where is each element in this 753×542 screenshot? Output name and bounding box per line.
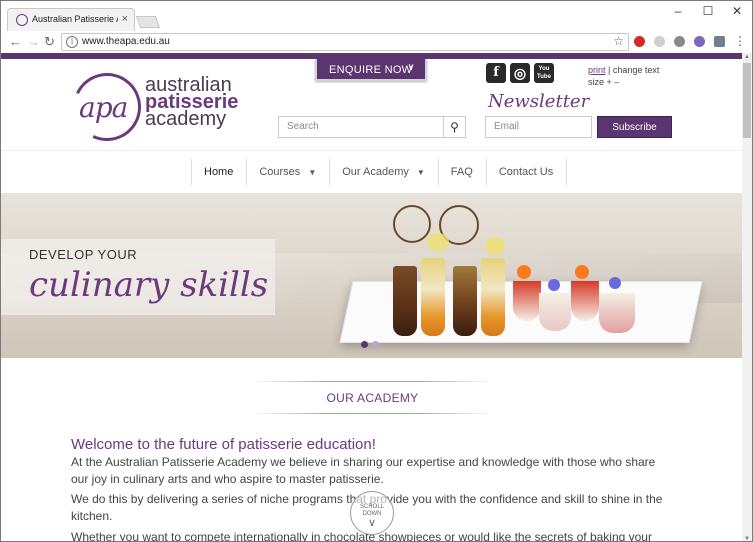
- youtube-icon[interactable]: You Tube: [534, 63, 554, 83]
- logo-mark: apa: [79, 91, 128, 124]
- dessert-cup-image: [539, 293, 571, 331]
- hero-caption: DEVELOP YOUR culinary skills: [1, 239, 275, 315]
- divider: [1, 150, 742, 151]
- nav-item-label: FAQ: [450, 166, 473, 178]
- chevron-down-icon: ∨: [407, 62, 415, 73]
- site-favicon-icon: [16, 14, 28, 26]
- nav-item-home[interactable]: Home: [191, 159, 246, 185]
- extension-icon[interactable]: [654, 36, 665, 47]
- sugar-decoration-image: [485, 237, 505, 255]
- intro-paragraph: At the Australian Patisserie Academy we …: [71, 455, 656, 486]
- slider-dot-active[interactable]: [361, 341, 368, 348]
- newsletter-title: Newsletter: [488, 91, 590, 112]
- caret-down-icon: ▼: [416, 168, 425, 177]
- dessert-cup-image: [571, 281, 599, 321]
- hero-caption-line2: culinary skills: [29, 265, 269, 305]
- nav-item-courses[interactable]: Courses ▼: [246, 159, 329, 185]
- browser-window: Australian Patisserie Aca × – ☐ ✕ ← → ↻ …: [0, 0, 753, 542]
- search-box[interactable]: Search ⚲: [278, 116, 466, 138]
- section-title: OUR ACADEMY: [326, 391, 419, 405]
- nav-item-contact-us[interactable]: Contact Us: [485, 159, 568, 185]
- print-link[interactable]: print: [588, 65, 606, 75]
- caret-down-icon: ▼: [308, 168, 317, 177]
- window-close-icon[interactable]: ✕: [722, 4, 752, 18]
- text-tools: print | change text size + –: [588, 64, 668, 88]
- nav-item-label: Contact Us: [498, 166, 554, 178]
- tab-close-icon[interactable]: ×: [122, 13, 128, 25]
- welcome-heading: Welcome to the future of patisserie educ…: [71, 436, 376, 453]
- dessert-glass-image: [421, 258, 445, 336]
- dessert-glass-image: [393, 266, 417, 336]
- new-tab-button[interactable]: [135, 16, 161, 28]
- dessert-glass-image: [453, 266, 477, 336]
- search-icon[interactable]: ⚲: [443, 117, 465, 137]
- subscribe-button[interactable]: Subscribe: [597, 116, 672, 138]
- dessert-cup-image: [599, 293, 635, 333]
- scroll-label: SCROLL: [359, 504, 384, 510]
- main-nav: Home Courses ▼ Our Academy ▼ FAQ Contact U…: [191, 159, 568, 185]
- divider: [250, 413, 495, 414]
- scroll-up-icon[interactable]: ▲: [744, 54, 750, 60]
- maximize-icon[interactable]: ☐: [693, 4, 723, 18]
- page-scrollbar[interactable]: ▲ ▼: [742, 53, 752, 541]
- url-text[interactable]: www.theapa.edu.au: [82, 36, 170, 47]
- nav-item-label: Courses: [259, 166, 301, 178]
- enquire-label: ENQUIRE NOW: [329, 64, 413, 76]
- nav-item-faq[interactable]: FAQ: [437, 159, 486, 185]
- bookmark-star-icon[interactable]: ☆: [613, 34, 624, 48]
- flower-garnish-image: [548, 279, 560, 291]
- scroll-down-button[interactable]: SCROLL DOWN ∨: [350, 491, 394, 535]
- slider-dot[interactable]: [372, 341, 379, 348]
- hero-slider[interactable]: DEVELOP YOUR culinary skills: [1, 193, 742, 358]
- instagram-icon[interactable]: ◎: [510, 63, 530, 83]
- reload-icon[interactable]: ↻: [44, 34, 55, 50]
- browser-tab[interactable]: Australian Patisserie Aca ×: [7, 8, 135, 31]
- enquire-now-button[interactable]: ENQUIRE NOW ∨: [315, 59, 427, 81]
- minimize-icon[interactable]: –: [663, 4, 693, 18]
- dessert-cup-image: [513, 281, 541, 321]
- flower-garnish-image: [575, 265, 589, 279]
- chocolate-ring-image: [393, 205, 431, 243]
- chevron-down-icon: ∨: [367, 517, 377, 529]
- address-bar[interactable]: i www.theapa.edu.au ☆: [61, 33, 629, 51]
- hero-caption-line1: DEVELOP YOUR: [29, 247, 138, 262]
- flower-garnish-image: [609, 277, 621, 289]
- scroll-down-icon[interactable]: ▼: [744, 536, 750, 541]
- forward-icon[interactable]: →: [27, 34, 40, 49]
- nav-item-our-academy[interactable]: Our Academy ▼: [329, 159, 438, 185]
- web-page: ENQUIRE NOW ∨ apa australian patisserie …: [1, 53, 742, 541]
- cast-icon[interactable]: [714, 36, 725, 47]
- divider: [250, 381, 495, 382]
- facebook-icon[interactable]: f: [486, 63, 506, 83]
- logo-wordmark: australian patisserie academy: [145, 75, 255, 130]
- site-info-icon[interactable]: i: [66, 36, 78, 48]
- nav-item-label: Our Academy: [342, 166, 409, 178]
- email-field[interactable]: Email: [485, 116, 592, 138]
- tab-bar: Australian Patisserie Aca × – ☐ ✕: [1, 1, 752, 31]
- opera-extension-icon[interactable]: [634, 36, 645, 47]
- tab-title: Australian Patisserie Aca: [32, 14, 118, 24]
- flower-garnish-image: [517, 265, 531, 279]
- logo-line: academy: [145, 108, 227, 130]
- extension-icon[interactable]: [694, 36, 705, 47]
- back-icon[interactable]: ←: [9, 34, 22, 49]
- browser-toolbar: ← → ↻ i www.theapa.edu.au ☆ ⋮: [1, 31, 752, 53]
- scrollbar-thumb[interactable]: [743, 63, 751, 138]
- extension-icon[interactable]: [674, 36, 685, 47]
- dessert-glass-image: [481, 258, 505, 336]
- sugar-decoration-image: [427, 233, 449, 251]
- browser-menu-icon[interactable]: ⋮: [734, 34, 746, 48]
- nav-item-label: Home: [204, 166, 234, 178]
- email-placeholder: Email: [494, 121, 520, 132]
- search-input[interactable]: Search: [287, 121, 319, 132]
